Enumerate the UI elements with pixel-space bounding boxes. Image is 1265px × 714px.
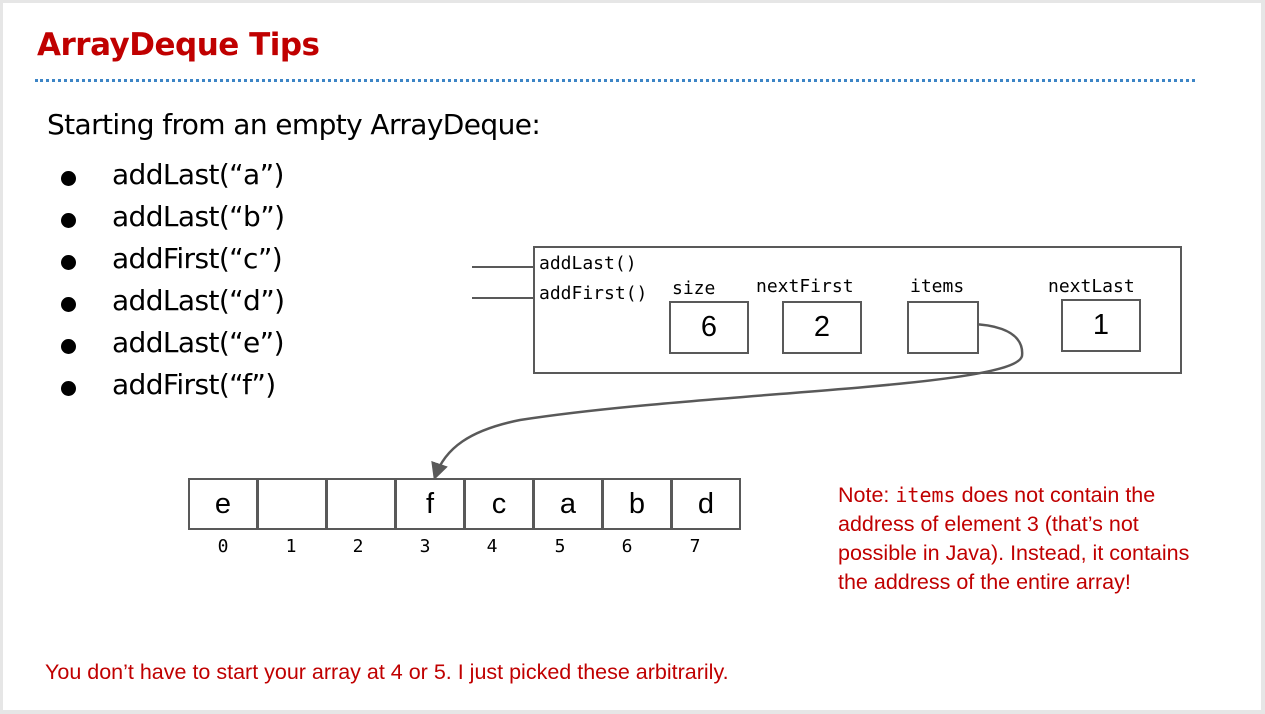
array-cell: d — [671, 478, 741, 530]
field-value-nextlast: 1 — [1061, 299, 1141, 352]
field-label-nextlast: nextLast — [1048, 276, 1135, 297]
field-label-nextfirst: nextFirst — [756, 276, 854, 297]
array-index: 6 — [621, 536, 633, 557]
note-text: Note: items does not contain the address… — [838, 481, 1218, 597]
array-index: 1 — [285, 536, 297, 557]
array-index: 4 — [486, 536, 498, 557]
field-label-size: size — [672, 278, 716, 299]
field-value-size: 6 — [669, 301, 749, 354]
array-index: 2 — [352, 536, 364, 557]
array-cell: b — [602, 478, 672, 530]
field-value-nextfirst: 2 — [782, 301, 862, 354]
field-label-items: items — [910, 276, 965, 297]
array-index: 3 — [419, 536, 431, 557]
array-index: 7 — [689, 536, 701, 557]
array-cell — [257, 478, 327, 530]
array-index: 5 — [554, 536, 566, 557]
footer-note: You don’t have to start your array at 4 … — [45, 660, 729, 684]
array-cell: f — [395, 478, 465, 530]
array-index: 0 — [217, 536, 229, 557]
note-code: items — [895, 483, 956, 507]
method-addlast: addLast() — [539, 253, 637, 274]
note-prefix: Note: — [838, 483, 896, 507]
array-cell: c — [464, 478, 534, 530]
array-cell: a — [533, 478, 603, 530]
array-cell: e — [188, 478, 258, 530]
method-addfirst: addFirst() — [539, 283, 648, 304]
field-value-items — [907, 301, 979, 354]
array-cell — [326, 478, 396, 530]
